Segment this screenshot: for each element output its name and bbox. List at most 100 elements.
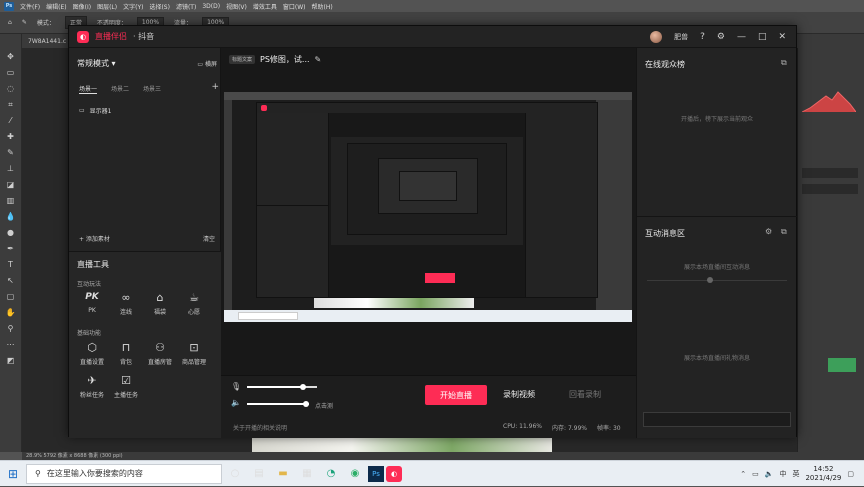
help-icon[interactable]: ?	[700, 32, 705, 42]
ps-menu-select[interactable]: 选择(S)	[149, 2, 170, 11]
tray-expand-icon[interactable]: ⌃	[740, 470, 746, 478]
eraser-tool-icon[interactable]: ◪	[6, 180, 16, 190]
backpack-button[interactable]: ⊓ 背包	[109, 341, 143, 366]
eyedropper-tool-icon[interactable]: ⁄	[6, 116, 16, 126]
zoom-tool-icon[interactable]: ⚲	[6, 324, 16, 334]
windows-start-icon[interactable]: ⊞	[0, 461, 26, 487]
wish-button[interactable]: ☕ 心愿	[177, 291, 211, 316]
edit-icon[interactable]: ✎	[315, 55, 322, 64]
healing-tool-icon[interactable]: ✚	[6, 132, 16, 142]
color-swatch-icon[interactable]: ◩	[6, 356, 16, 366]
pen-tool-icon[interactable]: ✒	[6, 244, 16, 254]
chat-input[interactable]	[643, 412, 791, 427]
interaction-settings-icon[interactable]: ⚙	[765, 227, 772, 236]
clock[interactable]: 14:52 2021/4/29	[805, 465, 841, 483]
marquee-tool-icon[interactable]: ▭	[6, 68, 16, 78]
dodge-tool-icon[interactable]: ●	[6, 228, 16, 238]
stamp-tool-icon[interactable]: ⊥	[6, 164, 16, 174]
file-explorer-icon[interactable]: ▬	[272, 463, 294, 485]
ps-menu-edit[interactable]: 编辑(E)	[46, 2, 66, 11]
layout-toggle[interactable]: ▭ 横屏	[197, 59, 217, 68]
ps-taskbar-icon[interactable]: Ps	[368, 465, 384, 482]
store-icon[interactable]: ▦	[296, 463, 318, 485]
avatar[interactable]	[650, 30, 663, 43]
popout-icon[interactable]: ⧉	[781, 58, 787, 68]
product-button[interactable]: ⊡ 商品管理	[177, 341, 211, 366]
ps-menu-3d[interactable]: 3D(D)	[202, 3, 220, 10]
mic-slider-knob[interactable]	[300, 384, 306, 390]
add-source-button[interactable]: + 添加素材	[79, 234, 110, 243]
crop-tool-icon[interactable]: ⌗	[6, 100, 16, 110]
home-icon[interactable]: ⌂	[8, 19, 12, 26]
tab-scene-2[interactable]: 场景二	[111, 84, 129, 94]
shape-tool-icon[interactable]: ▢	[6, 292, 16, 302]
start-live-button[interactable]: 开始直播	[425, 385, 487, 405]
replay-record-button[interactable]: 回看录制	[569, 389, 601, 400]
interaction-popout-icon[interactable]: ⧉	[781, 227, 787, 237]
gift-bag-button[interactable]: ⌂ 福袋	[143, 291, 177, 316]
ps-menu-layer[interactable]: 图层(L)	[97, 2, 117, 11]
maximize-icon[interactable]: □	[758, 32, 767, 42]
speaker-test-label[interactable]: 点击测	[315, 401, 333, 410]
brush-tool-icon[interactable]: ✎	[22, 19, 27, 26]
divider-handle[interactable]	[707, 277, 713, 283]
volume-icon[interactable]: 🔈	[765, 470, 774, 478]
edge-icon[interactable]: ◔	[320, 463, 342, 485]
record-video-button[interactable]: 录制视频	[503, 389, 535, 400]
wechat-icon[interactable]: ◉	[344, 463, 366, 485]
mode-dropdown[interactable]: 常规模式 ▾	[77, 58, 116, 69]
panel-field-y[interactable]	[802, 184, 858, 194]
doc-tab[interactable]: 7W8A1441.c	[28, 38, 66, 45]
move-tool-icon[interactable]: ✥	[6, 52, 16, 62]
ps-menu-help[interactable]: 帮助(H)	[312, 2, 333, 11]
taskbar-search-box[interactable]: ⚲ 在这里输入你要搜索的内容	[26, 463, 222, 484]
ime-indicator[interactable]: 中	[779, 469, 786, 479]
text-tool-icon[interactable]: T	[6, 260, 16, 270]
source-item[interactable]: ▭ 显示器1	[79, 106, 112, 115]
speaker-slider-knob[interactable]	[302, 401, 309, 407]
room-admin-button[interactable]: ⚇ 直播房管	[143, 341, 177, 366]
clear-button[interactable]: 清空	[203, 234, 215, 243]
stream-title[interactable]: PS修图，试...	[260, 54, 310, 65]
link-button[interactable]: ∞ 连线	[109, 291, 143, 316]
widgets-icon[interactable]: ▤	[248, 463, 270, 485]
brush-tool-icon[interactable]: ✎	[6, 148, 16, 158]
speaker-icon[interactable]: 🔈	[231, 398, 241, 407]
more-tools-icon[interactable]: ⋯	[6, 340, 16, 350]
ps-menu-image[interactable]: 图像(I)	[73, 2, 91, 11]
live-notice-link[interactable]: 关于开播的相关说明	[233, 423, 287, 432]
mic-slider[interactable]	[247, 384, 317, 390]
hand-tool-icon[interactable]: ✋	[6, 308, 16, 318]
add-scene-button[interactable]: +	[211, 83, 219, 94]
minimize-icon[interactable]: —	[737, 32, 746, 42]
path-tool-icon[interactable]: ↖	[6, 276, 16, 286]
ps-menu-window[interactable]: 窗口(W)	[283, 2, 306, 11]
blur-tool-icon[interactable]: 💧	[6, 212, 16, 222]
dictation-indicator[interactable]: 英	[792, 469, 799, 479]
green-badge[interactable]	[828, 358, 856, 372]
anchor-task-button[interactable]: ☑ 主播任务	[109, 374, 143, 399]
live-companion-taskbar-icon[interactable]: ◐	[386, 465, 402, 482]
gradient-tool-icon[interactable]: ▥	[6, 196, 16, 206]
ps-menu-type[interactable]: 文字(Y)	[123, 2, 143, 11]
network-icon[interactable]: ▭	[752, 470, 759, 478]
lasso-tool-icon[interactable]: ◌	[6, 84, 16, 94]
pk-button[interactable]: PK PK	[75, 291, 109, 316]
tab-scene-3[interactable]: 场景三	[143, 84, 161, 94]
microphone-icon[interactable]: 🎙	[231, 382, 241, 391]
tab-scene-1[interactable]: 场景一	[79, 84, 98, 94]
panel-field-x[interactable]	[802, 168, 858, 178]
task-view-icon[interactable]: ○	[224, 463, 246, 485]
live-settings-button[interactable]: ⬡ 直播设置	[75, 341, 109, 366]
ps-menu-filter[interactable]: 滤镜(T)	[176, 2, 196, 11]
ps-menu-view[interactable]: 视图(V)	[226, 2, 247, 11]
stream-preview[interactable]	[224, 92, 632, 322]
notification-icon[interactable]: ▢	[847, 470, 854, 478]
speaker-slider[interactable]	[247, 401, 309, 407]
ps-menu-file[interactable]: 文件(F)	[20, 2, 40, 11]
ps-menu-plugins[interactable]: 增效工具	[253, 2, 277, 11]
fans-task-button[interactable]: ✈ 粉丝任务	[75, 374, 109, 399]
close-icon[interactable]: ✕	[778, 32, 786, 42]
username[interactable]: 肥兽	[674, 32, 688, 42]
settings-icon[interactable]: ⚙	[717, 32, 725, 42]
